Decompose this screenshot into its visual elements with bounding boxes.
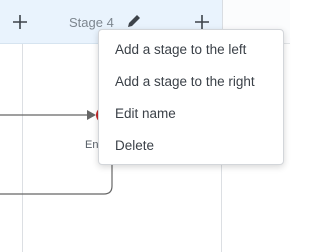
connector-arrowhead <box>87 110 96 120</box>
stage-context-menu: Add a stage to the left Add a stage to t… <box>98 29 284 165</box>
menu-item-edit-name[interactable]: Edit name <box>99 98 283 130</box>
outgoing-connector <box>0 125 113 195</box>
menu-item-delete[interactable]: Delete <box>99 130 283 162</box>
menu-item-add-stage-left[interactable]: Add a stage to the left <box>99 34 283 66</box>
menu-item-add-stage-right[interactable]: Add a stage to the right <box>99 66 283 98</box>
